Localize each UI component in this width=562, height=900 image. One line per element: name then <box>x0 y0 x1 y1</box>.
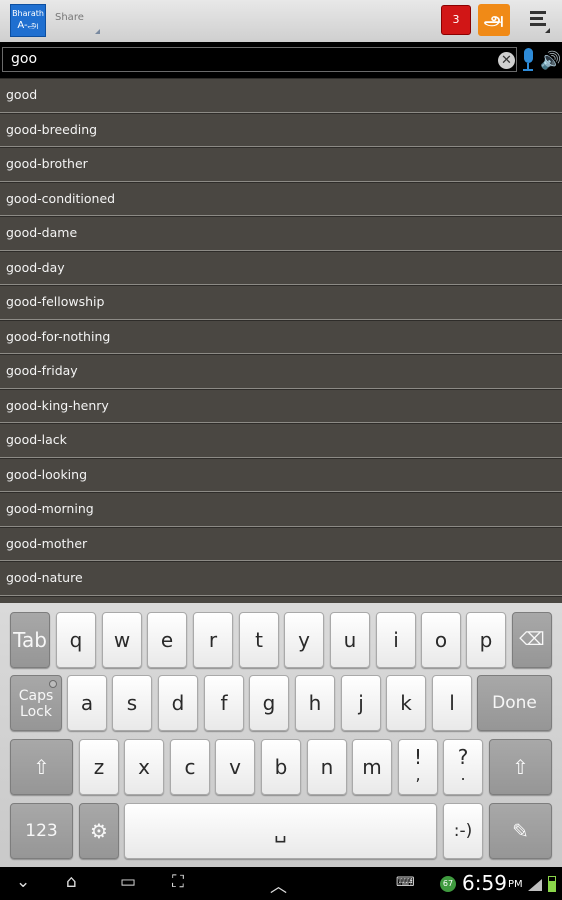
list-item[interactable]: good-lack <box>0 423 562 458</box>
list-item[interactable]: good-friday <box>0 354 562 389</box>
soft-keyboard: Tab q w e r t y u i o p ⌫ Caps Lock a s … <box>0 603 562 867</box>
key-e[interactable]: e <box>147 612 187 668</box>
key-z[interactable]: z <box>79 739 119 795</box>
key-k[interactable]: k <box>386 675 426 731</box>
key-q[interactable]: q <box>56 612 96 668</box>
key-s[interactable]: s <box>112 675 152 731</box>
list-item[interactable]: good-fellowship <box>0 285 562 320</box>
list-item[interactable]: good-nature <box>0 561 562 596</box>
battery-level <box>549 881 555 891</box>
key-v[interactable]: v <box>215 739 255 795</box>
key-question-period[interactable]: ? . <box>443 739 483 795</box>
suggestion-list: good good-breeding good-brother good-con… <box>0 78 562 603</box>
clock-time: 6:59 <box>462 871 507 895</box>
signal-icon <box>528 879 542 891</box>
tab-key[interactable]: Tab <box>10 612 50 668</box>
chevron-up-icon[interactable]: ︿ <box>270 872 287 897</box>
key-r[interactable]: r <box>193 612 233 668</box>
search-input[interactable]: goo <box>2 47 517 72</box>
key-y[interactable]: y <box>284 612 324 668</box>
key-g[interactable]: g <box>249 675 289 731</box>
recent-apps-icon[interactable]: ▭ <box>120 872 136 892</box>
menu-line <box>530 11 546 14</box>
list-item[interactable]: good-king-henry <box>0 388 562 423</box>
key-comma-label: , <box>415 765 421 784</box>
key-l[interactable]: l <box>432 675 472 731</box>
key-f[interactable]: f <box>204 675 244 731</box>
key-u[interactable]: u <box>330 612 370 668</box>
key-m[interactable]: m <box>352 739 392 795</box>
logo-line-2: A-அ <box>17 20 39 31</box>
key-p[interactable]: p <box>466 612 506 668</box>
mic-head <box>524 48 533 63</box>
app-logo[interactable]: Bharath A-அ <box>10 4 46 37</box>
share-button[interactable]: Share <box>50 8 102 36</box>
key-o[interactable]: o <box>421 612 461 668</box>
list-item[interactable] <box>0 595 562 603</box>
keyboard-status-icon: ⌨ <box>396 875 415 890</box>
hide-keyboard-icon[interactable]: ⌄ <box>16 872 30 892</box>
system-navigation-bar: ⌄ ⌂ ▭ ⛶ ︿ ⌨ 67 6:59 PM <box>0 867 562 900</box>
battery-icon <box>548 876 556 892</box>
menu-corner-icon <box>545 28 550 33</box>
list-item[interactable]: good-conditioned <box>0 181 562 216</box>
space-key[interactable]: ␣ <box>124 803 437 859</box>
dropdown-corner-icon <box>95 29 100 34</box>
list-item[interactable]: good <box>0 78 562 113</box>
mic-base <box>523 69 533 71</box>
key-period-label: . <box>460 765 466 784</box>
caps-lock-key[interactable]: Caps Lock <box>10 675 62 731</box>
overflow-menu-icon[interactable] <box>530 11 550 33</box>
list-item[interactable]: good-breeding <box>0 112 562 147</box>
speaker-icon[interactable]: 🔊 <box>540 51 561 71</box>
key-w[interactable]: w <box>102 612 142 668</box>
numbers-key[interactable]: 123 <box>10 803 73 859</box>
key-h[interactable]: h <box>295 675 335 731</box>
list-item[interactable]: good-morning <box>0 492 562 527</box>
key-b[interactable]: b <box>261 739 301 795</box>
key-question-label: ? <box>457 745 469 769</box>
notification-count-badge: 67 <box>440 876 456 892</box>
key-i[interactable]: i <box>376 612 416 668</box>
microphone-icon[interactable] <box>521 48 535 72</box>
key-n[interactable]: n <box>307 739 347 795</box>
key-a[interactable]: a <box>67 675 107 731</box>
smiley-key[interactable]: :-) <box>443 803 483 859</box>
settings-key[interactable]: ⚙ <box>79 803 119 859</box>
key-j[interactable]: j <box>341 675 381 731</box>
action-bar: Bharath A-அ Share 3 அ <box>0 0 562 42</box>
tamil-keyboard-button[interactable]: அ <box>478 4 510 36</box>
search-row: goo ✕ 🔊 <box>0 42 562 78</box>
key-d[interactable]: d <box>158 675 198 731</box>
key-exclamation-label: ! <box>413 745 423 769</box>
shift-key-right[interactable]: ⇧ <box>489 739 552 795</box>
list-item[interactable]: good-mother <box>0 526 562 561</box>
list-item[interactable]: good-day <box>0 250 562 285</box>
done-key[interactable]: Done <box>477 675 552 731</box>
notification-badge[interactable]: 3 <box>441 5 471 35</box>
handwriting-key[interactable]: ✎ <box>489 803 552 859</box>
list-item[interactable]: good-brother <box>0 147 562 182</box>
clock-ampm: PM <box>508 879 523 890</box>
list-item[interactable]: good-looking <box>0 457 562 492</box>
menu-line <box>530 23 546 26</box>
list-item[interactable]: good-dame <box>0 216 562 251</box>
key-t[interactable]: t <box>239 612 279 668</box>
caps-lock-indicator <box>49 680 57 688</box>
shift-key-left[interactable]: ⇧ <box>10 739 73 795</box>
screenshot-icon[interactable]: ⛶ <box>172 872 184 892</box>
backspace-key[interactable]: ⌫ <box>512 612 552 668</box>
logo-line-1: Bharath <box>12 9 44 18</box>
clear-icon[interactable]: ✕ <box>498 52 515 69</box>
caps-label-2: Lock <box>20 704 52 720</box>
list-item[interactable]: good-for-nothing <box>0 319 562 354</box>
key-c[interactable]: c <box>170 739 210 795</box>
home-icon[interactable]: ⌂ <box>66 872 77 892</box>
key-exclamation-comma[interactable]: ! , <box>398 739 438 795</box>
key-x[interactable]: x <box>124 739 164 795</box>
menu-line <box>530 17 543 20</box>
share-label: Share <box>55 12 84 23</box>
